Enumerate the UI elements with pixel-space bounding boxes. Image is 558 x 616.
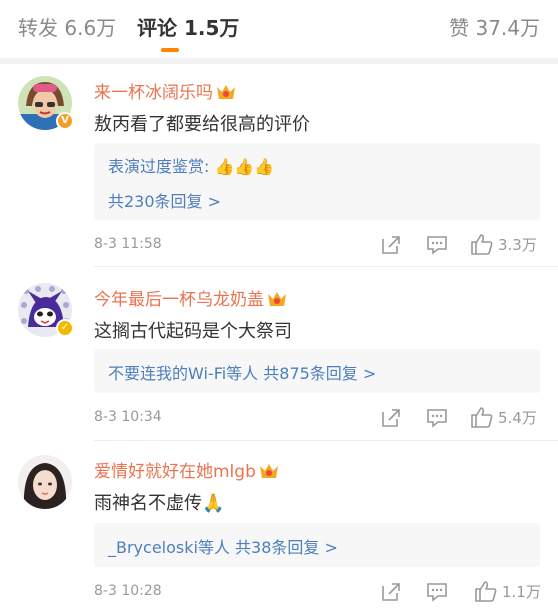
like-count: 5.4万	[498, 408, 537, 427]
avatar[interactable]	[18, 455, 72, 509]
vip-crown-icon	[217, 85, 235, 99]
comment-username[interactable]: 今年最后一杯乌龙奶盖	[94, 285, 287, 310]
vip-crown-icon	[259, 464, 278, 478]
comment-reply-icon[interactable]	[426, 406, 448, 430]
comment-text: 这搁古代起码是个大祭司	[94, 321, 292, 342]
comment-text: 敖丙看了都要给很高的评价	[94, 114, 310, 135]
vip-crown-icon	[268, 292, 286, 306]
comment-reply-icon[interactable]	[426, 233, 448, 257]
reply-count-link[interactable]: _Bryceloski等人 共38条回复 >	[108, 534, 338, 558]
comment-time: 8-3 10:34	[94, 409, 162, 425]
comment-tab-bar: 转发 6.6万 评论 1.5万 赞 37.4万	[0, 0, 558, 58]
like-button[interactable]: 5.4万	[470, 405, 537, 429]
comment-separator	[94, 440, 558, 441]
comment-username[interactable]: 爱情好就好在她mlgb	[94, 457, 279, 482]
thumbs-up-emoji: 👍👍👍	[214, 157, 275, 176]
tab-likes[interactable]: 赞 37.4万	[449, 12, 540, 41]
reply-preview[interactable]: _Bryceloski等人 共38条回复 >	[94, 523, 540, 567]
like-count: 3.3万	[498, 235, 537, 254]
section-divider	[0, 58, 558, 64]
comment-reply-icon[interactable]	[426, 580, 448, 604]
comment-text: 雨神名不虚传🙏	[94, 493, 225, 514]
thumbs-up-icon	[471, 407, 493, 428]
reply-count-link[interactable]: 共230条回复 >	[108, 188, 221, 212]
share-icon[interactable]	[380, 580, 402, 604]
thumbs-up-icon	[471, 234, 493, 255]
active-tab-indicator	[161, 48, 179, 52]
share-icon[interactable]	[380, 233, 402, 257]
tab-repost[interactable]: 转发 6.6万	[18, 12, 116, 41]
verified-badge-icon: ✓	[56, 319, 74, 337]
share-icon[interactable]	[380, 406, 402, 430]
reply-preview[interactable]: 不要连我的Wi-Fi等人 共875条回复 >	[94, 349, 540, 393]
like-count: 1.1万	[502, 582, 541, 601]
verified-badge-icon: V	[56, 112, 74, 130]
reply-snippet[interactable]: 表演过度鉴赏: 👍👍👍	[108, 153, 274, 177]
tab-comments[interactable]: 评论 1.5万	[137, 12, 239, 41]
comment-username[interactable]: 来一杯冰阔乐吗	[94, 78, 236, 103]
reply-count-link[interactable]: 不要连我的Wi-Fi等人 共875条回复 >	[108, 360, 376, 384]
comment-time: 8-3 11:58	[94, 236, 162, 252]
comment-separator	[94, 266, 558, 267]
like-button[interactable]: 1.1万	[474, 579, 541, 603]
like-button[interactable]: 3.3万	[470, 232, 537, 256]
pray-emoji: 🙏	[202, 493, 225, 514]
thumbs-up-icon	[475, 581, 497, 602]
comment-time: 8-3 10:28	[94, 583, 162, 599]
reply-preview[interactable]: 表演过度鉴赏: 👍👍👍 共230条回复 >	[94, 143, 540, 220]
